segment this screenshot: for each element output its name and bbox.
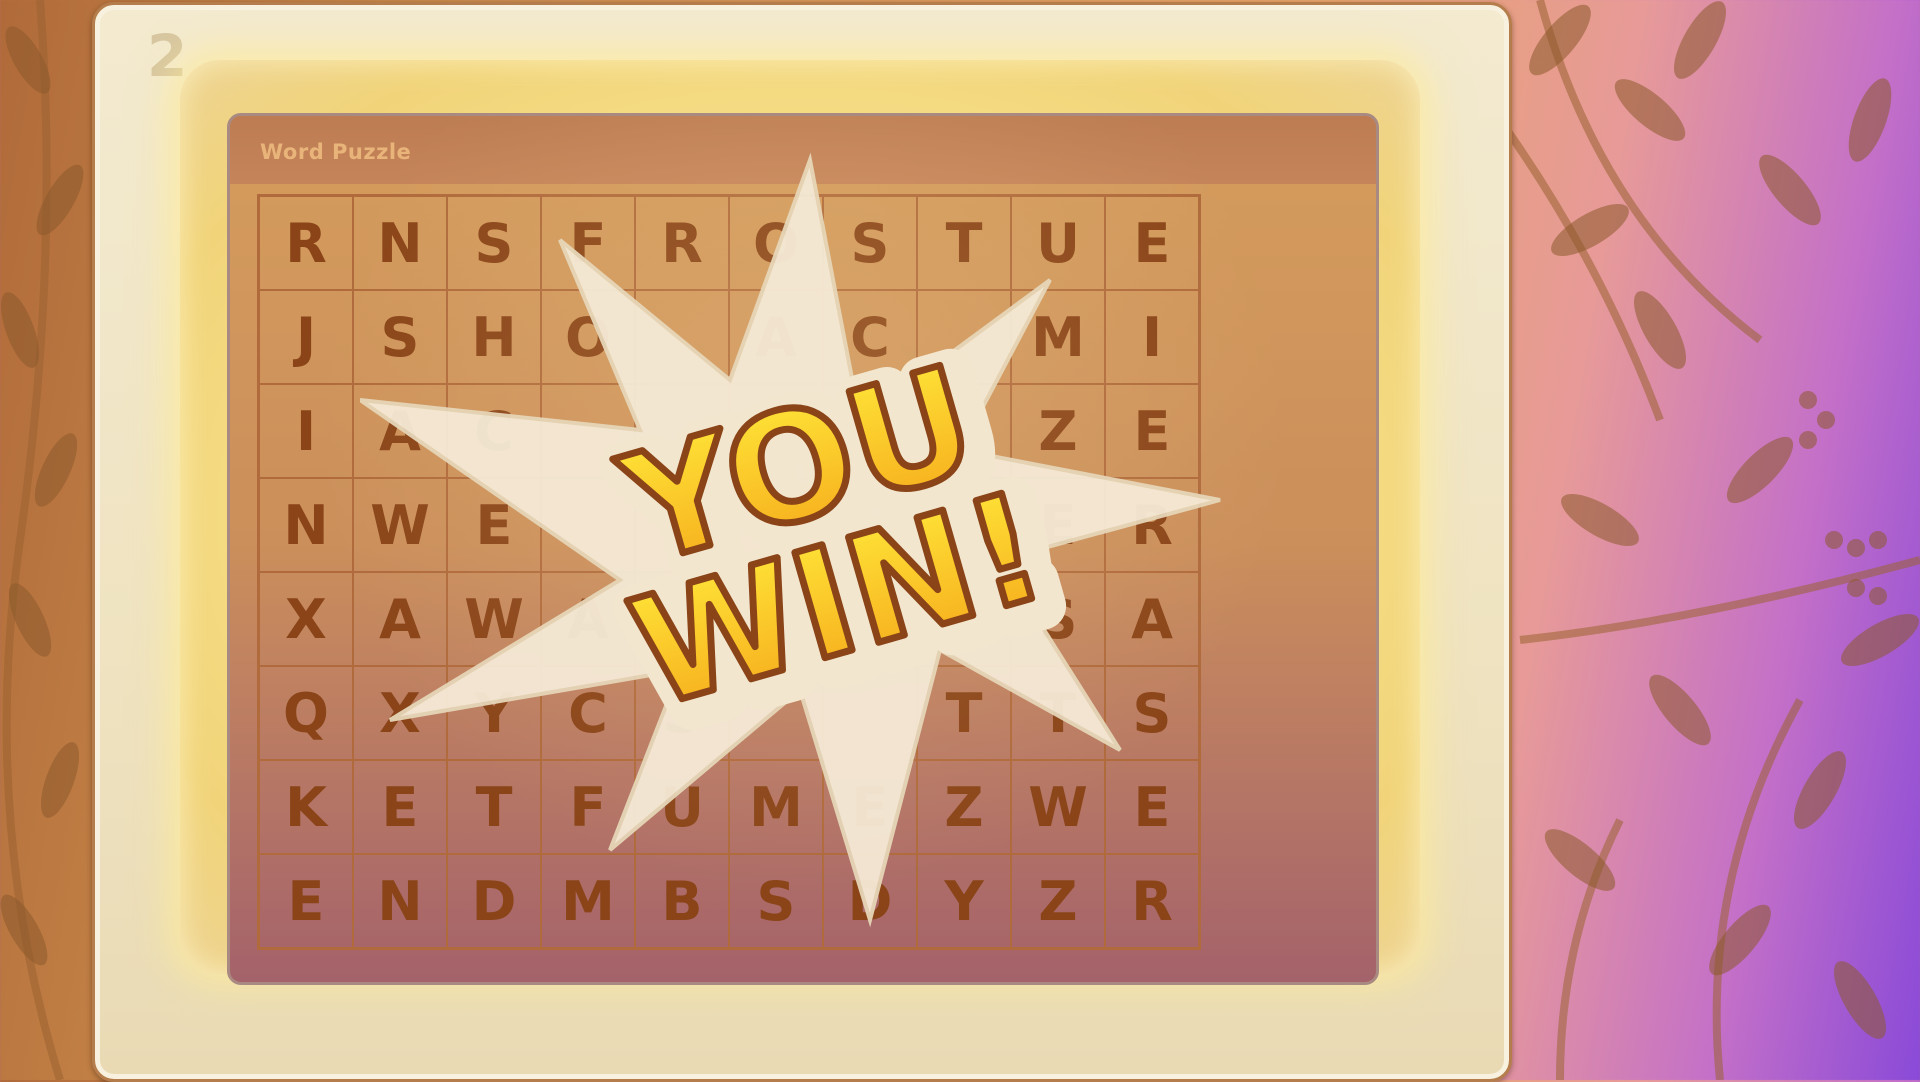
grid-cell[interactable]: K [259,760,353,854]
grid-cell[interactable]: J [259,290,353,384]
you-win-banner: YOU WIN! YOU WIN! [360,152,1221,928]
grid-cell[interactable]: Q [259,666,353,760]
grid-cell[interactable]: R [259,196,353,290]
level-number: 2 [147,22,188,90]
grid-cell[interactable]: E [259,854,353,948]
grid-cell[interactable]: I [259,384,353,478]
grid-cell[interactable]: X [259,572,353,666]
grid-cell[interactable]: N [259,478,353,572]
